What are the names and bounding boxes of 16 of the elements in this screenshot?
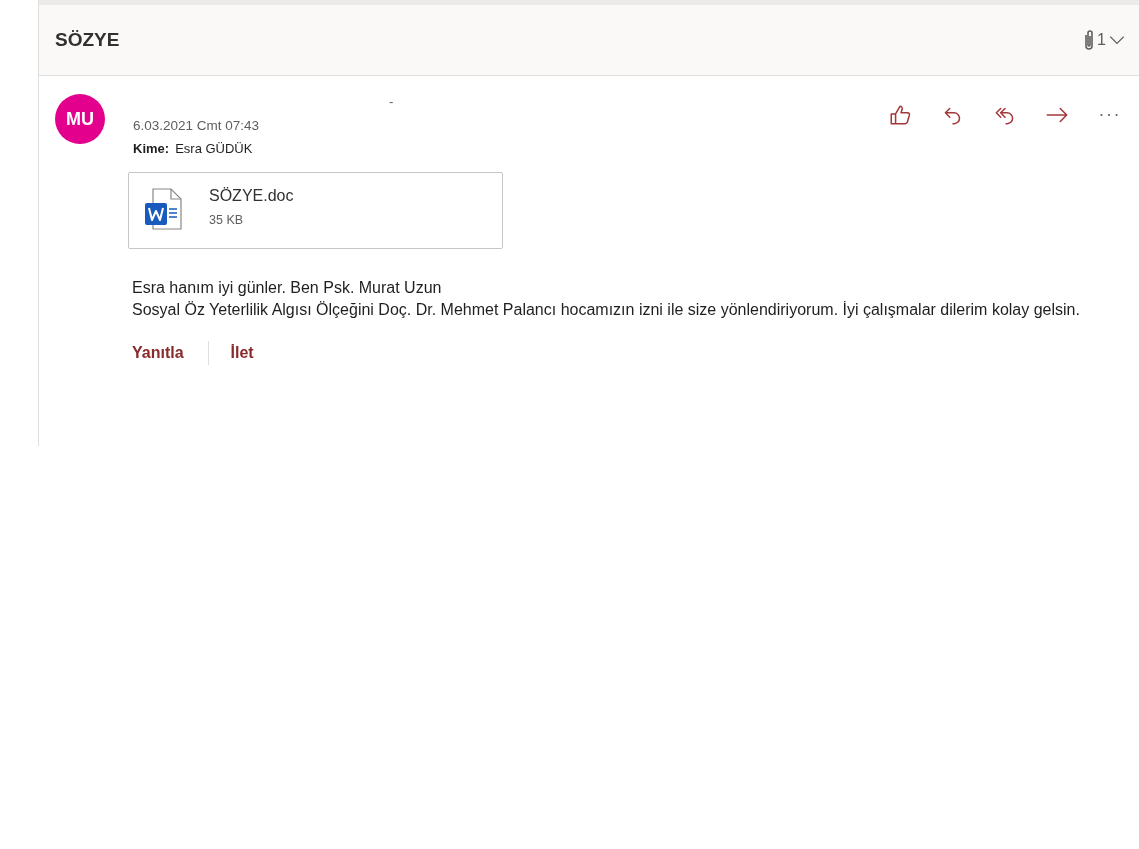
recipient-name: Esra GÜDÜK (175, 141, 253, 156)
file-size: 35 KB (209, 213, 245, 227)
word-document-icon (143, 187, 183, 231)
paperclip-icon (1083, 28, 1096, 52)
reply-link[interactable]: Yanıtla (132, 344, 184, 362)
attachment-card[interactable]: SÖZYE.doc 35 KB (128, 172, 503, 249)
message-text: Esra hanım iyi günler. Ben Psk. Murat Uzun (132, 278, 443, 298)
forward-link[interactable]: İlet (230, 344, 254, 362)
to-label: Kime: (133, 141, 170, 156)
message-date: 6.03.2021 Cmt 07:43 (133, 118, 261, 133)
email-subject: SÖZYE (55, 29, 120, 51)
sender-avatar[interactable]: MU (55, 94, 105, 144)
file-name: SÖZYE.doc (209, 187, 294, 205)
sender-name: - (389, 94, 394, 109)
attachment-count[interactable]: 1 (1097, 31, 1106, 49)
message-text: Sosyal Öz Yeterlilik Algısı Ölçeğini Doç. Dr. Mehmet Palancı hocamızın izni ile size yönlendiriyorum. İyi çalışmalar dilerim kolay gelsin. (132, 300, 1081, 320)
